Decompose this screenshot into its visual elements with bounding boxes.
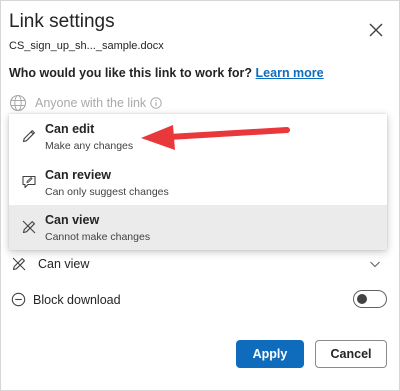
info-icon[interactable] [150,97,162,109]
link-settings-dialog: Link settings CS_sign_up_sh..._sample.do… [0,0,400,391]
permission-select[interactable]: Can view [9,253,385,275]
menu-option-can-edit[interactable]: Can edit Make any changes [9,114,387,159]
no-edit-icon [12,257,26,271]
learn-more-link[interactable]: Learn more [256,66,324,80]
menu-option-subtitle: Can only suggest changes [45,186,169,198]
permission-select-value: Can view [38,257,90,271]
menu-option-title: Can review [45,168,112,182]
cancel-button[interactable]: Cancel [315,340,387,368]
audience-label: Anyone with the link [35,96,147,110]
close-icon[interactable] [367,21,385,39]
no-edit-icon [22,220,36,234]
menu-option-subtitle: Cannot make changes [45,231,151,243]
apply-button[interactable]: Apply [236,340,304,368]
menu-option-subtitle: Make any changes [45,140,134,152]
block-download-row: Block download [9,290,389,310]
block-download-toggle[interactable] [353,290,387,308]
audience-option-anyone[interactable]: Anyone with the link [9,93,162,113]
globe-icon [9,94,27,112]
block-icon [11,292,26,307]
menu-option-can-view[interactable]: Can view Cannot make changes [9,205,387,250]
permission-dropdown-menu: Can edit Make any changes Can review Can… [9,114,387,250]
chevron-down-icon [370,261,380,268]
dialog-title: Link settings [9,11,115,32]
menu-option-title: Can view [45,213,100,227]
review-icon [22,175,36,189]
toggle-knob [357,293,367,304]
menu-option-can-review[interactable]: Can review Can only suggest changes [9,160,387,205]
audience-question: Who would you like this link to work for… [9,66,324,80]
file-name: CS_sign_up_sh..._sample.docx [9,40,164,52]
audience-question-text: Who would you like this link to work for… [9,66,253,80]
pencil-icon [22,130,35,143]
block-download-label: Block download [33,293,121,307]
menu-option-title: Can edit [45,122,95,136]
